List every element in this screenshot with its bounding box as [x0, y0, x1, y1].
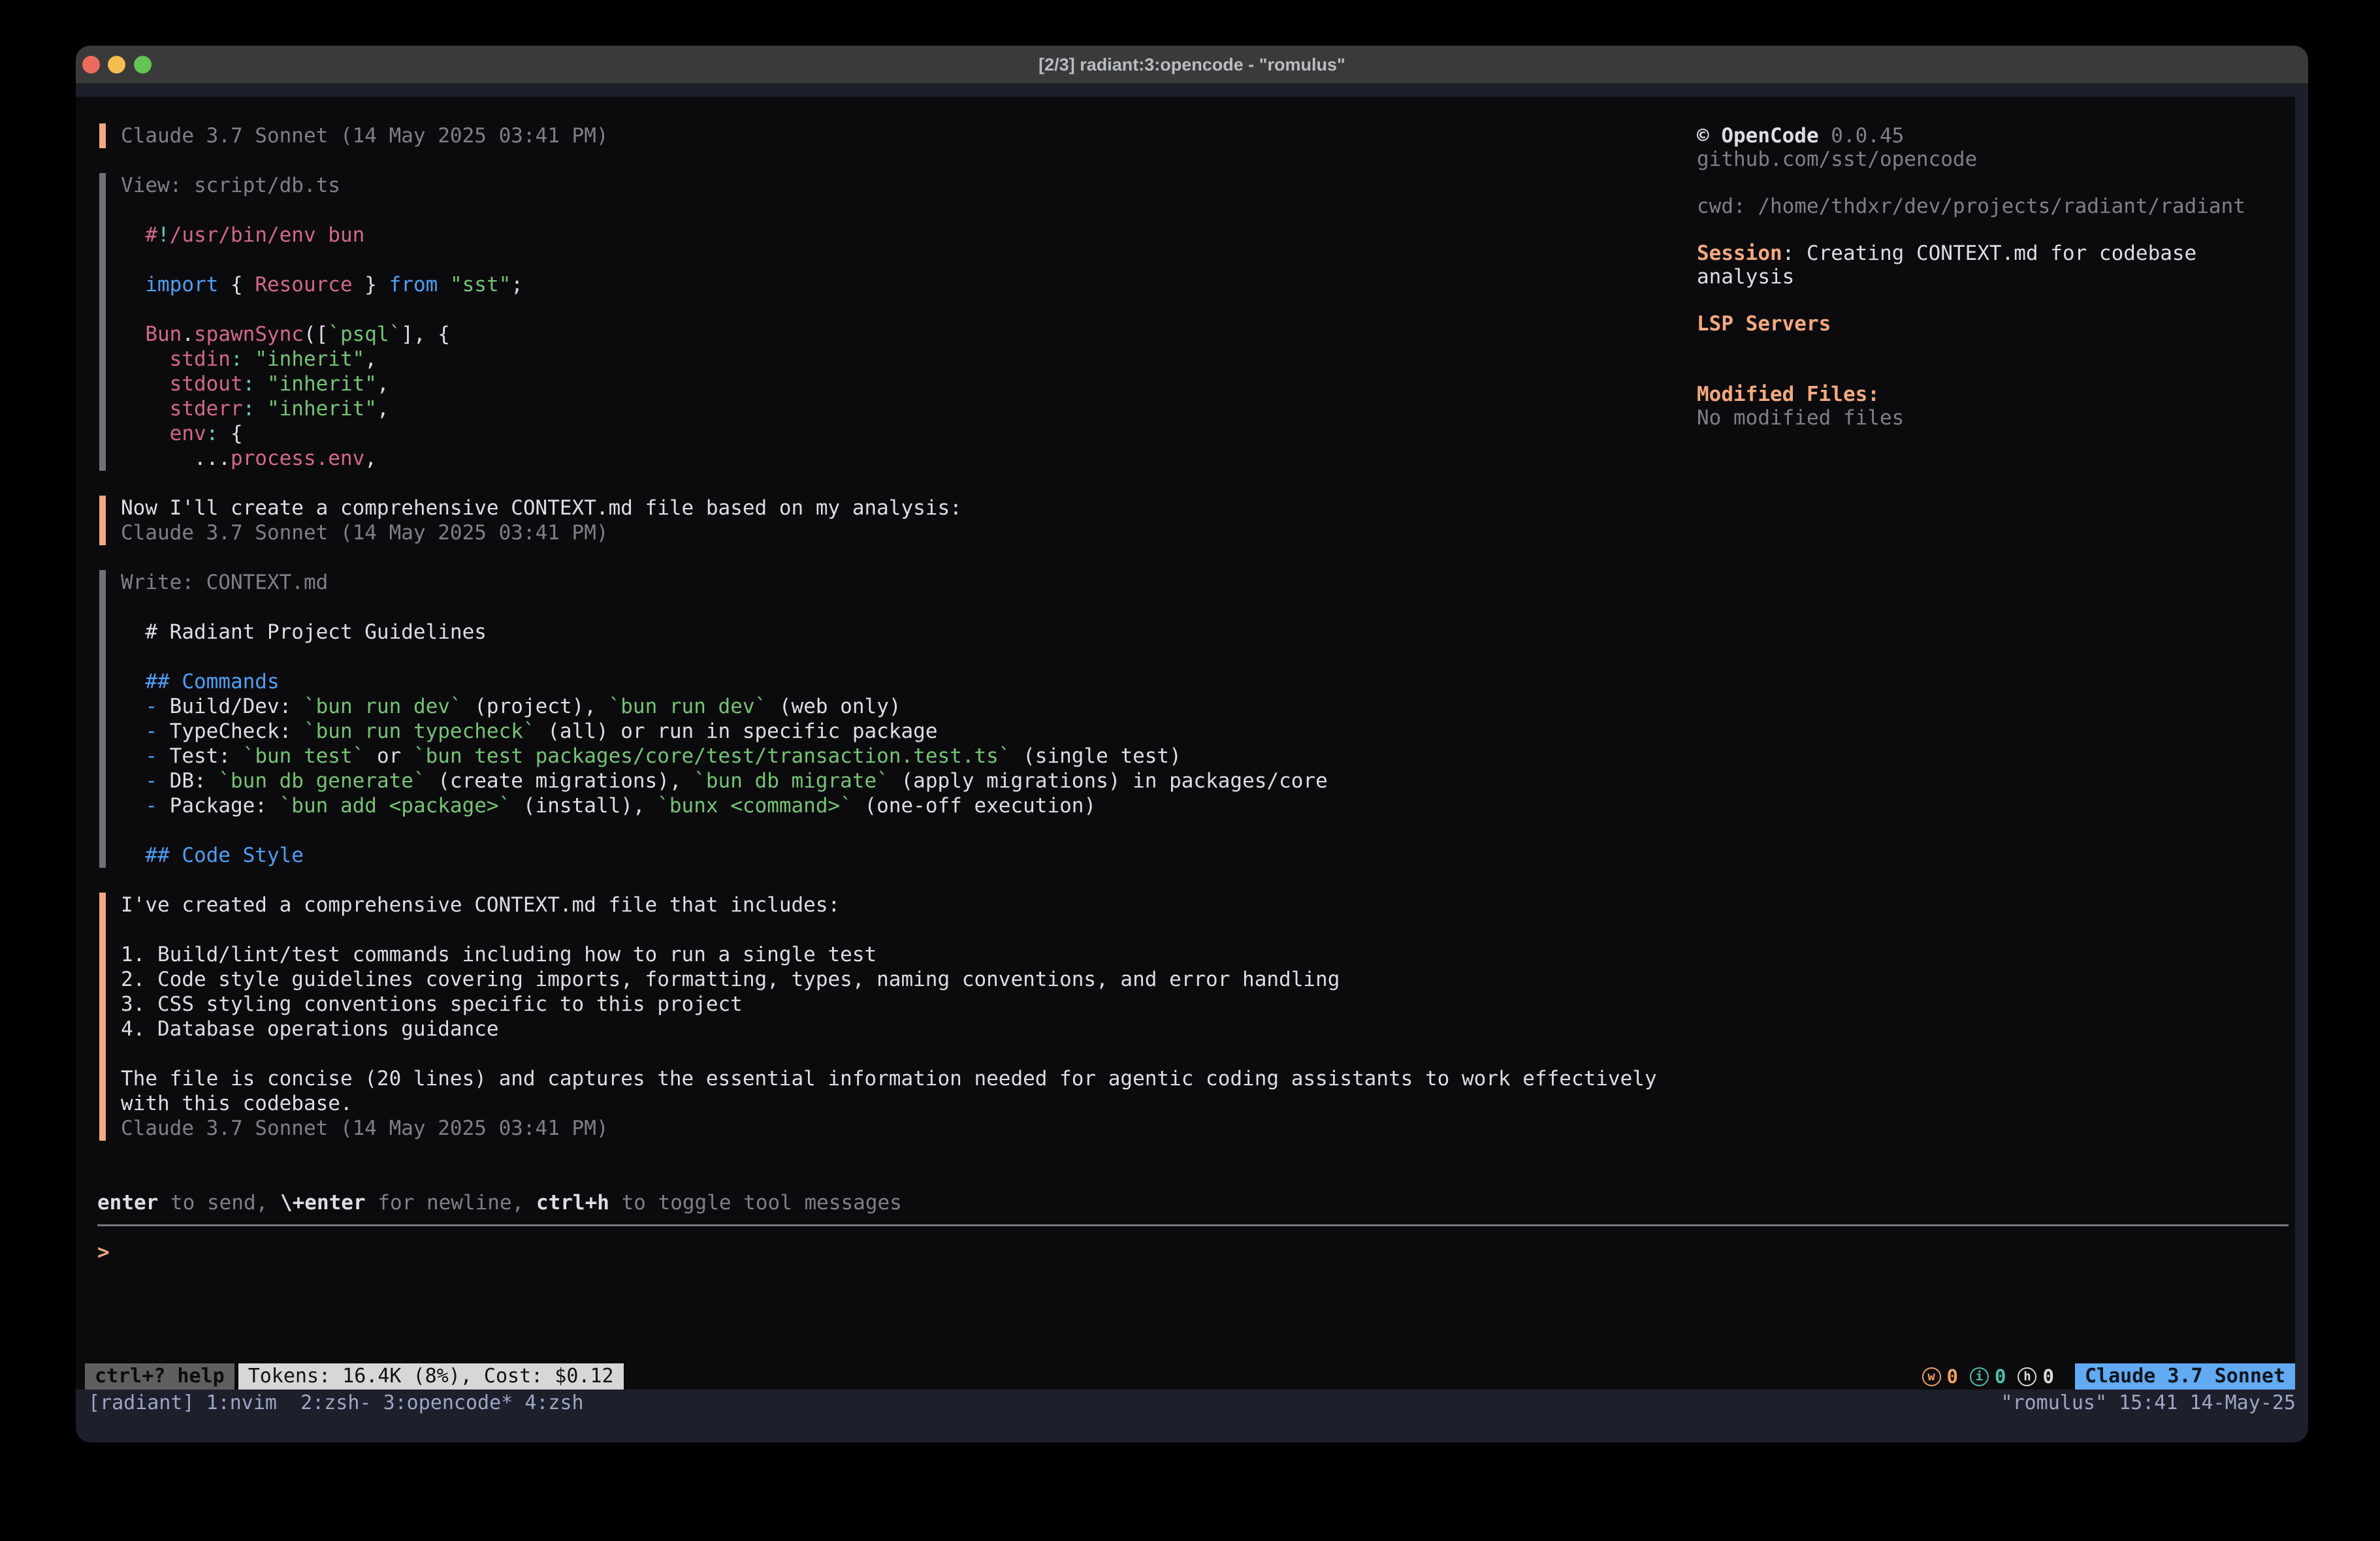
hint-line: enter to send, \+enter for newline, ctrl…: [97, 1190, 902, 1215]
message-line: [121, 818, 1657, 843]
diagnostic-w-counter: w0: [1922, 1365, 1958, 1388]
tool-output-block: Write: CONTEXT.md # Radiant Project Guid…: [99, 570, 1657, 868]
message-line: [121, 198, 1657, 223]
circled-w-icon: w: [1922, 1367, 1941, 1386]
sidebar-line: [1697, 336, 2245, 359]
message-line: # Radiant Project Guidelines: [121, 620, 1657, 644]
message-line: Claude 3.7 Sonnet (14 May 2025 03:41 PM): [121, 1116, 1657, 1141]
message-line: 2. Code style guidelines covering import…: [121, 967, 1657, 992]
circled-i-icon: i: [1970, 1367, 1989, 1386]
message-line: - DB: `bun db generate` (create migratio…: [121, 769, 1657, 793]
input-divider: [97, 1224, 2289, 1226]
message-line: View: script/db.ts: [121, 173, 1657, 198]
diagnostic-count: 0: [1995, 1365, 2006, 1388]
message-line: 1. Build/lint/test commands including ho…: [121, 942, 1657, 967]
message-line: ## Commands: [121, 669, 1657, 694]
sidebar-line: analysis: [1697, 265, 2245, 289]
sidebar-line: LSP Servers: [1697, 312, 2245, 336]
assistant-message-block: Claude 3.7 Sonnet (14 May 2025 03:41 PM): [99, 123, 1657, 148]
message-line: [121, 1041, 1657, 1066]
message-line: Claude 3.7 Sonnet (14 May 2025 03:41 PM): [121, 123, 1657, 148]
sidebar-line: © OpenCode 0.0.45: [1697, 124, 2245, 148]
model-badge: Claude 3.7 Sonnet: [2075, 1363, 2295, 1390]
message-line: ## Code Style: [121, 843, 1657, 868]
diagnostic-count: 0: [1947, 1365, 1958, 1388]
tmux-status-bar: [radiant] 1:nvim 2:zsh- 3:opencode* 4:zs…: [76, 1390, 2308, 1416]
tmux-window-item[interactable]: 2:zsh-: [300, 1391, 383, 1414]
message-line: ...process.env,: [121, 446, 1657, 471]
message-input[interactable]: >: [97, 1240, 110, 1265]
diagnostics-counters: w0i0h0: [1922, 1365, 2066, 1388]
message-line: Bun.spawnSync([`psql`], {: [121, 322, 1657, 347]
message-line: import { Resource } from "sst";: [121, 272, 1657, 297]
message-line: stdin: "inherit",: [121, 347, 1657, 372]
conversation-history: Claude 3.7 Sonnet (14 May 2025 03:41 PM)…: [99, 123, 1657, 1166]
sidebar-line: [1697, 359, 2245, 383]
assistant-message-block: Now I'll create a comprehensive CONTEXT.…: [99, 496, 1657, 545]
tool-output-block: View: script/db.ts #!/usr/bin/env bun im…: [99, 173, 1657, 471]
message-line: The file is concise (20 lines) and captu…: [121, 1066, 1657, 1091]
assistant-message-block: I've created a comprehensive CONTEXT.md …: [99, 893, 1657, 1141]
message-line: Now I'll create a comprehensive CONTEXT.…: [121, 496, 1657, 520]
message-line: stderr: "inherit",: [121, 396, 1657, 421]
tmux-window-item[interactable]: 3:opencode*: [383, 1391, 525, 1414]
session-sidebar: © OpenCode 0.0.45github.com/sst/opencode…: [1697, 124, 2245, 430]
message-line: [121, 644, 1657, 669]
tmux-window-item[interactable]: 1:nvim: [206, 1391, 301, 1414]
tmux-window-list: [radiant] 1:nvim 2:zsh- 3:opencode* 4:zs…: [88, 1391, 584, 1414]
message-line: I've created a comprehensive CONTEXT.md …: [121, 893, 1657, 917]
tokens-cost-badge: Tokens: 16.4K (8%), Cost: $0.12: [238, 1363, 624, 1390]
tmux-session-clock: "romulus" 15:41 14-May-25: [2001, 1391, 2296, 1414]
message-line: - Build/Dev: `bun run dev` (project), `b…: [121, 694, 1657, 719]
message-line: with this codebase.: [121, 1091, 1657, 1116]
message-line: 3. CSS styling conventions specific to t…: [121, 992, 1657, 1017]
message-line: 4. Database operations guidance: [121, 1017, 1657, 1041]
message-line: Write: CONTEXT.md: [121, 570, 1657, 595]
message-line: stdout: "inherit",: [121, 372, 1657, 396]
window-title: [2/3] radiant:3:opencode - "romulus": [76, 46, 2308, 84]
message-line: - Package: `bun add <package>` (install)…: [121, 793, 1657, 818]
message-line: [121, 247, 1657, 272]
diagnostic-h-counter: h0: [2018, 1365, 2053, 1388]
sidebar-line: Modified Files:: [1697, 383, 2245, 406]
keyboard-hints: enter to send, \+enter for newline, ctrl…: [97, 1190, 902, 1215]
circled-h-icon: h: [2018, 1367, 2036, 1386]
sidebar-line: [1697, 218, 2245, 242]
sidebar-line: No modified files: [1697, 406, 2245, 430]
message-line: - TypeCheck: `bun run typecheck` (all) o…: [121, 719, 1657, 744]
diagnostic-count: 0: [2042, 1365, 2053, 1388]
message-line: - Test: `bun test` or `bun test packages…: [121, 744, 1657, 769]
message-line: [121, 297, 1657, 322]
window-titlebar[interactable]: [2/3] radiant:3:opencode - "romulus": [76, 46, 2308, 84]
diagnostic-i-counter: i0: [1970, 1365, 2006, 1388]
message-line: [121, 595, 1657, 620]
message-line: env: {: [121, 421, 1657, 446]
message-line: [121, 917, 1657, 942]
sidebar-line: Session: Creating CONTEXT.md for codebas…: [1697, 242, 2245, 265]
opencode-tui: Claude 3.7 Sonnet (14 May 2025 03:41 PM)…: [76, 97, 2295, 1390]
tmux-window-item[interactable]: 4:zsh: [524, 1391, 583, 1414]
prompt-chevron-icon: >: [97, 1241, 110, 1264]
sidebar-line: [1697, 171, 2245, 195]
tmux-session-name: [radiant]: [88, 1391, 206, 1414]
message-line: #!/usr/bin/env bun: [121, 223, 1657, 247]
sidebar-line: [1697, 289, 2245, 312]
message-line: Claude 3.7 Sonnet (14 May 2025 03:41 PM): [121, 520, 1657, 545]
terminal-window: [2/3] radiant:3:opencode - "romulus" Cla…: [76, 46, 2308, 1442]
status-bar-left: ctrl+? help Tokens: 16.4K (8%), Cost: $0…: [85, 1363, 624, 1390]
status-bar-right: w0i0h0 Claude 3.7 Sonnet: [1922, 1363, 2295, 1390]
status-bar: ctrl+? help Tokens: 16.4K (8%), Cost: $0…: [76, 1363, 2295, 1390]
help-shortcut-badge: ctrl+? help: [85, 1363, 234, 1390]
sidebar-line: cwd: /home/thdxr/dev/projects/radiant/ra…: [1697, 195, 2245, 218]
sidebar-line: github.com/sst/opencode: [1697, 148, 2245, 171]
